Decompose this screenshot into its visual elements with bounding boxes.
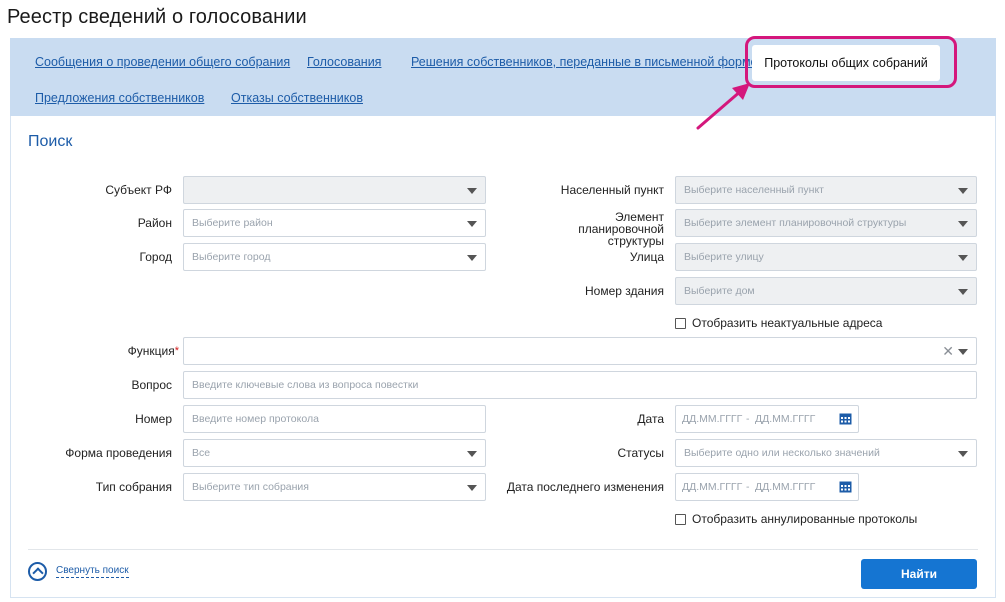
chevron-down-icon	[958, 451, 968, 457]
question-input[interactable]: Введите ключевые слова из вопроса повест…	[183, 371, 977, 399]
page-title: Реестр сведений о голосовании	[7, 6, 307, 28]
form-select[interactable]: Все	[183, 439, 486, 467]
form-label: Форма проведения	[65, 446, 172, 460]
collapse-search-label[interactable]: Свернуть поиск	[56, 565, 129, 578]
chevron-down-icon	[958, 255, 968, 261]
tab-votings[interactable]: Голосования	[307, 55, 381, 69]
last-change-range-input[interactable]: ДД.ММ.ГГГГ - ДД.ММ.ГГГГ	[675, 473, 859, 501]
calendar-icon[interactable]	[839, 412, 852, 425]
subject-label: Субъект РФ	[105, 183, 172, 197]
chevron-down-icon	[467, 485, 477, 491]
tab-written-decisions[interactable]: Решения собственников, переданные в пись…	[411, 55, 758, 69]
search-title: Поиск	[28, 133, 73, 150]
street-select[interactable]: Выберите улицу	[675, 243, 977, 271]
settlement-select[interactable]: Выберите населенный пункт	[675, 176, 977, 204]
find-button[interactable]: Найти	[861, 559, 977, 589]
collapse-search-button[interactable]: Свернуть поиск	[28, 562, 129, 581]
function-select[interactable]: ✕	[183, 337, 977, 365]
statuses-label: Статусы	[617, 446, 664, 460]
date-range-input[interactable]: ДД.ММ.ГГГГ - ДД.ММ.ГГГГ	[675, 405, 859, 433]
city-select[interactable]: Выберите город	[183, 243, 486, 271]
chevron-down-icon	[958, 221, 968, 227]
chevron-down-icon	[958, 349, 968, 355]
planning-label: Элемент планировочной структуры	[578, 210, 664, 248]
settlement-label: Населенный пункт	[560, 183, 664, 197]
calendar-icon[interactable]	[839, 480, 852, 493]
district-select[interactable]: Выберите район	[183, 209, 486, 237]
meeting-type-select[interactable]: Выберите тип собрания	[183, 473, 486, 501]
number-label: Номер	[135, 412, 172, 426]
last-change-label: Дата последнего изменения	[506, 480, 664, 494]
district-label: Район	[137, 216, 172, 230]
inactive-addresses-label: Отобразить неактуальные адреса	[692, 316, 883, 330]
close-icon[interactable]: ✕	[942, 343, 954, 359]
tab-meeting-notices[interactable]: Сообщения о проведении общего собрания	[35, 55, 290, 69]
chevron-down-icon	[467, 188, 477, 194]
tab-owner-proposals[interactable]: Предложения собственников	[35, 91, 204, 105]
chevron-down-icon	[958, 188, 968, 194]
tab-meeting-protocols[interactable]: Протоколы общих собраний	[752, 45, 940, 81]
divider	[28, 549, 978, 550]
annulled-protocols-label: Отобразить аннулированные протоколы	[692, 512, 918, 526]
chevron-down-icon	[467, 451, 477, 457]
number-input[interactable]: Введите номер протокола	[183, 405, 486, 433]
chevron-down-icon	[467, 255, 477, 261]
city-label: Город	[139, 250, 172, 264]
annulled-protocols-checkbox[interactable]: Отобразить аннулированные протоколы	[675, 512, 917, 526]
tab-owner-refusals[interactable]: Отказы собственников	[231, 91, 363, 105]
statuses-select[interactable]: Выберите одно или несколько значений	[675, 439, 977, 467]
building-label: Номер здания	[584, 284, 664, 298]
date-label: Дата	[637, 412, 664, 426]
question-label: Вопрос	[131, 378, 172, 392]
planning-select[interactable]: Выберите элемент планировочной структуры	[675, 209, 977, 237]
chevron-up-circle-icon[interactable]	[28, 562, 47, 581]
chevron-down-icon	[958, 289, 968, 295]
checkbox-box[interactable]	[675, 513, 686, 525]
subject-select[interactable]	[183, 176, 486, 204]
checkbox-box[interactable]	[675, 317, 686, 329]
meeting-type-label: Тип собрания	[95, 480, 172, 494]
street-label: Улица	[629, 250, 664, 264]
inactive-addresses-checkbox[interactable]: Отобразить неактуальные адреса	[675, 316, 882, 330]
function-label: Функция*	[127, 344, 179, 358]
chevron-down-icon	[467, 221, 477, 227]
building-select[interactable]: Выберите дом	[675, 277, 977, 305]
